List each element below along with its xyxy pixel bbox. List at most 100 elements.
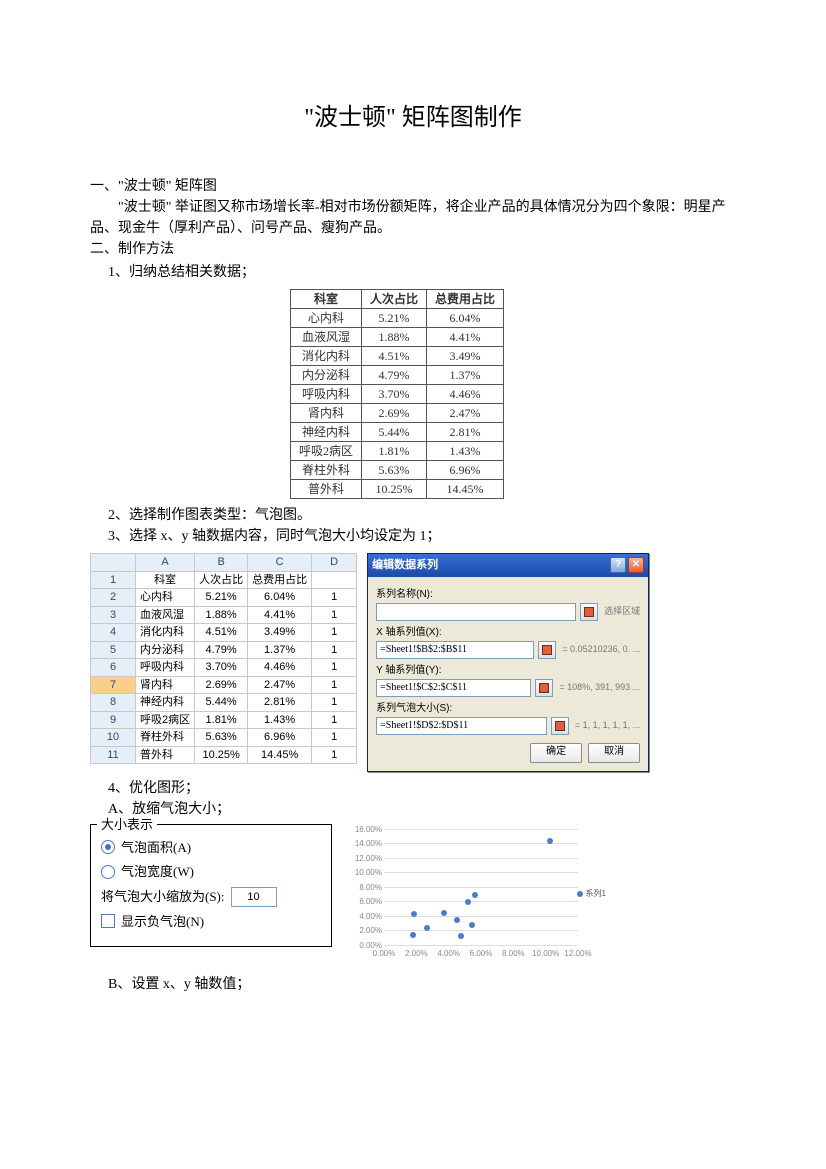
table-row: 呼吸2病区1.81%1.43% — [291, 442, 504, 461]
table-row: 8神经内科5.44%2.81%1 — [91, 694, 357, 712]
summary-th: 总费用占比 — [427, 290, 504, 309]
section1-body: "波士顿" 举证图又称市场增长率-相对市场份额矩阵，将企业产品的具体情况分为四个… — [90, 197, 736, 239]
size-panel-title: 大小表示 — [97, 815, 157, 835]
x-tick: 6.00% — [470, 948, 493, 960]
chart-point — [472, 892, 478, 898]
section1-heading: 一、"波士顿" 矩阵图 — [90, 176, 736, 197]
edit-series-dialog: 编辑数据系列 ? ✕ 系列名称(N): 选择区域 X 轴系列值(X): — [367, 553, 649, 772]
size-values-label: 系列气泡大小(S): — [376, 701, 640, 716]
step2-text: 2、选择制作图表类型：气泡图。 — [90, 505, 736, 526]
radio-area-row[interactable]: 气泡面积(A) — [101, 838, 321, 858]
y-tick: 8.00% — [348, 882, 382, 894]
step1-text: 1、归纳总结相关数据； — [90, 262, 255, 283]
table-row: 3血液风湿1.88%4.41%1 — [91, 606, 357, 624]
y-values-ref-button[interactable] — [535, 679, 553, 697]
page-title: "波士顿" 矩阵图制作 — [90, 100, 736, 136]
chart-point — [469, 922, 475, 928]
x-tick: 2.00% — [405, 948, 428, 960]
y-tick: 6.00% — [348, 896, 382, 908]
size-panel: 大小表示 气泡面积(A) 气泡宽度(W) 将气泡大小缩放为(S): 显示负气泡(… — [90, 824, 332, 948]
excel-col-header: C — [248, 554, 312, 572]
dialog-ok-button[interactable]: 确定 — [530, 743, 582, 763]
excel-col-header: A — [136, 554, 195, 572]
table-row: 4消化内科4.51%3.49%1 — [91, 624, 357, 642]
show-neg-row[interactable]: 显示负气泡(N) — [101, 912, 321, 932]
radio-area-label: 气泡面积(A) — [121, 838, 191, 858]
table-row: 脊柱外科5.63%6.96% — [291, 461, 504, 480]
table-row: 11普外科10.25%14.45%1 — [91, 746, 357, 764]
table-row: 神经内科5.44%2.81% — [291, 423, 504, 442]
radio-area[interactable] — [101, 840, 115, 854]
show-neg-checkbox[interactable] — [101, 914, 115, 928]
table-row: 6呼吸内科3.70%4.46%1 — [91, 659, 357, 677]
y-tick: 10.00% — [348, 867, 382, 879]
x-values-hint: = 0.05210236, 0. ... — [560, 643, 640, 657]
scale-input[interactable] — [231, 887, 277, 907]
dialog-title-text: 编辑数据系列 — [372, 557, 438, 574]
legend-swatch — [577, 891, 583, 897]
x-tick: 8.00% — [502, 948, 525, 960]
table-row: 普外科10.25%14.45% — [291, 480, 504, 499]
summary-th: 科室 — [291, 290, 362, 309]
mini-chart: 系列1 0.00% 2.00% 4.00% 6.00% 8.00% 10.00% 12.00… — [348, 824, 608, 964]
table-row: 9呼吸2病区1.81%1.43%1 — [91, 711, 357, 729]
step4a-text: A、放缩气泡大小； — [90, 799, 736, 820]
chart-point — [458, 933, 464, 939]
table-row: 血液风湿1.88%4.41% — [291, 328, 504, 347]
series-name-label: 系列名称(N): — [376, 587, 640, 602]
table-row: 心内科5.21%6.04% — [291, 309, 504, 328]
chart-point — [424, 925, 430, 931]
table-row: 10脊柱外科5.63%6.96%1 — [91, 729, 357, 747]
x-tick: 4.00% — [437, 948, 460, 960]
y-tick: 12.00% — [348, 853, 382, 865]
chart-point — [411, 911, 417, 917]
y-tick: 14.00% — [348, 838, 382, 850]
table-row: 消化内科4.51%3.49% — [291, 347, 504, 366]
x-values-ref-button[interactable] — [538, 641, 556, 659]
step4b-text: B、设置 x、y 轴数值； — [90, 974, 736, 995]
radio-width[interactable] — [101, 865, 115, 879]
legend-label: 系列1 — [586, 888, 606, 900]
y-tick: 2.00% — [348, 925, 382, 937]
step4-text: 4、优化图形； — [90, 778, 736, 799]
y-tick: 16.00% — [348, 824, 382, 836]
radio-width-label: 气泡宽度(W) — [121, 862, 194, 882]
dialog-help-button[interactable]: ? — [610, 557, 626, 573]
size-values-input[interactable]: =Sheet1!$D$2:$D$11 — [376, 717, 547, 735]
series-name-input[interactable] — [376, 603, 576, 621]
y-values-hint: = 108%, 391, 993 ... — [557, 681, 640, 695]
dialog-close-button[interactable]: ✕ — [628, 557, 644, 573]
table-row: 2心内科5.21%6.04%1 — [91, 589, 357, 607]
y-values-label: Y 轴系列值(Y): — [376, 663, 640, 678]
show-neg-label: 显示负气泡(N) — [121, 912, 204, 932]
chart-legend: 系列1 — [577, 888, 606, 900]
chart-point — [410, 932, 416, 938]
excel-col-header: B — [195, 554, 248, 572]
table-row: 内分泌科4.79%1.37% — [291, 366, 504, 385]
step3-text: 3、选择 x、y 轴数据内容，同时气泡大小均设定为 1； — [90, 526, 736, 547]
scale-row: 将气泡大小缩放为(S): — [101, 887, 321, 907]
dialog-cancel-button[interactable]: 取消 — [588, 743, 640, 763]
x-tick: 0.00% — [373, 948, 396, 960]
chart-point — [441, 910, 447, 916]
x-tick: 10.00% — [532, 948, 559, 960]
section2-heading: 二、制作方法 — [90, 239, 736, 260]
table-row: 肾内科2.69%2.47% — [291, 404, 504, 423]
table-row: 呼吸内科3.70%4.46% — [291, 385, 504, 404]
x-tick: 12.00% — [564, 948, 591, 960]
size-values-hint: = 1, 1, 1, 1, 1, ... — [573, 719, 640, 733]
x-values-input[interactable]: =Sheet1!$B$2:$B$11 — [376, 641, 534, 659]
scale-label: 将气泡大小缩放为(S): — [101, 887, 225, 907]
excel-col-header — [91, 554, 136, 572]
excel-col-header: D — [312, 554, 357, 572]
radio-width-row[interactable]: 气泡宽度(W) — [101, 862, 321, 882]
x-values-label: X 轴系列值(X): — [376, 625, 640, 640]
size-values-ref-button[interactable] — [551, 717, 569, 735]
summary-table: 科室人次占比总费用占比心内科5.21%6.04%血液风湿1.88%4.41%消化… — [290, 289, 504, 499]
series-name-hint: 选择区域 — [602, 605, 640, 619]
y-tick: 4.00% — [348, 911, 382, 923]
table-row: 5内分泌科4.79%1.37%1 — [91, 641, 357, 659]
series-name-ref-button[interactable] — [580, 603, 598, 621]
dialog-titlebar: 编辑数据系列 ? ✕ — [368, 554, 648, 577]
y-values-input[interactable]: =Sheet1!$C$2:$C$11 — [376, 679, 531, 697]
